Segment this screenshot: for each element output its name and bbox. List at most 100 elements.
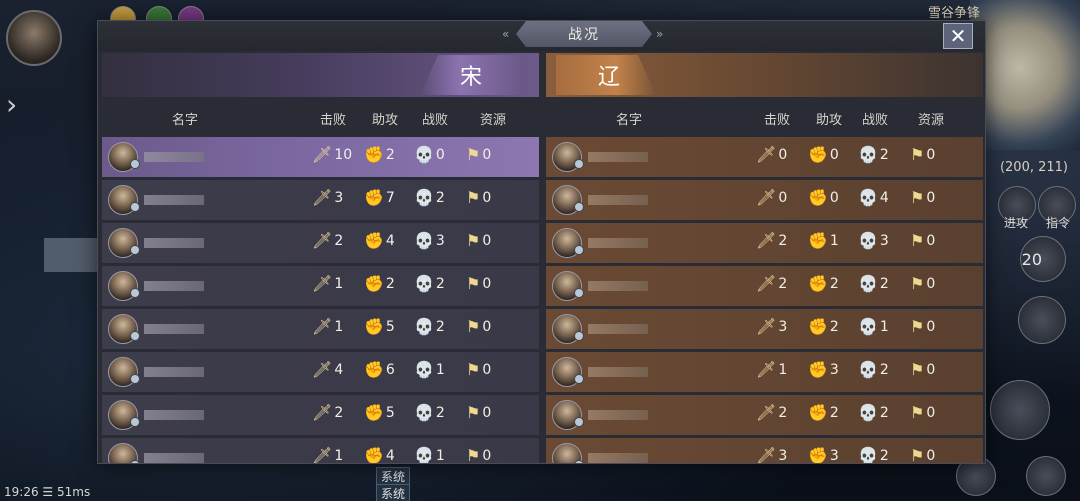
table-row[interactable]: 🗡 1 ✊ 4 💀 1 ⚑ 0 bbox=[102, 438, 539, 464]
sword-icon: 🗡 bbox=[756, 145, 777, 164]
stat-value: 0 bbox=[926, 147, 936, 163]
player-avatar[interactable] bbox=[6, 10, 62, 66]
stat-value: 0 bbox=[435, 147, 445, 163]
main-attack-button[interactable] bbox=[990, 380, 1050, 440]
system-chat-tag[interactable]: 系统 bbox=[376, 484, 411, 501]
stat-value: 0 bbox=[482, 190, 492, 206]
stat-assist: ✊ 6 bbox=[364, 360, 395, 379]
stat-assist: ✊ 1 bbox=[808, 233, 839, 250]
player-name-redacted bbox=[144, 410, 204, 420]
header-resource: 资源 bbox=[480, 112, 507, 128]
player-name-redacted bbox=[588, 410, 648, 420]
flag-icon: ⚑ bbox=[466, 188, 481, 207]
table-row[interactable]: 🗡 2 ✊ 2 💀 2 ⚑ 0 bbox=[546, 266, 983, 306]
stat-defeat: 🗡 2 bbox=[756, 276, 787, 293]
stat-defeat: 🗡 1 bbox=[756, 362, 787, 379]
header-defeat: 击败 bbox=[320, 112, 347, 128]
stat-value: 1 bbox=[435, 362, 445, 378]
header-name: 名字 bbox=[616, 112, 643, 128]
stat-value: 3 bbox=[778, 319, 788, 335]
stat-value: 0 bbox=[926, 405, 936, 421]
class-badge-icon bbox=[130, 417, 140, 427]
stat-value: 4 bbox=[385, 233, 395, 249]
table-header: 名字 击败 助攻 战败 资源 bbox=[102, 103, 539, 133]
stat-value: 5 bbox=[385, 319, 395, 335]
table-row[interactable]: 🗡 2 ✊ 4 💀 3 ⚑ 0 bbox=[102, 223, 539, 263]
table-row[interactable]: 🗡 0 ✊ 0 💀 4 ⚑ 0 bbox=[546, 180, 983, 220]
stat-value: 2 bbox=[435, 276, 445, 292]
stat-value: 1 bbox=[435, 448, 445, 464]
stat-assist: ✊ 5 bbox=[364, 405, 395, 422]
table-row[interactable]: 🗡 1 ✊ 5 💀 2 ⚑ 0 bbox=[102, 309, 539, 349]
map-title: 雪谷争锋 bbox=[927, 6, 980, 21]
table-row[interactable]: 🗡 2 ✊ 1 💀 3 ⚑ 0 bbox=[546, 223, 983, 263]
stat-resource: ⚑ 0 bbox=[466, 233, 491, 250]
table-row[interactable]: 🗡 4 ✊ 6 💀 1 ⚑ 0 bbox=[102, 352, 539, 392]
skill-button[interactable] bbox=[1026, 456, 1066, 496]
stat-value: 0 bbox=[482, 362, 492, 378]
player-name-redacted bbox=[144, 238, 204, 248]
table-row[interactable]: 🗡 3 ✊ 7 💀 2 ⚑ 0 bbox=[102, 180, 539, 220]
stat-assist: ✊ 4 bbox=[364, 233, 395, 250]
stat-value: 3 bbox=[334, 190, 344, 206]
skull-icon: 💀 bbox=[858, 317, 878, 336]
sword-icon: 🗡 bbox=[312, 403, 333, 422]
stat-defeat: 🗡 2 bbox=[756, 405, 787, 422]
skull-icon: 💀 bbox=[414, 274, 434, 293]
minimap[interactable] bbox=[970, 0, 1080, 150]
class-badge-icon bbox=[574, 202, 584, 212]
table-row[interactable]: 🗡 10 ✊ 2 💀 0 ⚑ 0 bbox=[102, 137, 539, 177]
class-badge-icon bbox=[574, 417, 584, 427]
stat-assist: ✊ 2 bbox=[808, 319, 839, 336]
stat-value: 0 bbox=[926, 276, 936, 292]
player-name-redacted bbox=[144, 324, 204, 334]
stat-value: 1 bbox=[334, 276, 344, 292]
table-row[interactable]: 🗡 3 ✊ 2 💀 1 ⚑ 0 bbox=[546, 309, 983, 349]
table-row[interactable]: 🗡 0 ✊ 0 💀 2 ⚑ 0 bbox=[546, 137, 983, 177]
player-name-redacted bbox=[588, 324, 648, 334]
stat-resource: ⚑ 0 bbox=[910, 448, 935, 464]
sword-icon: 🗡 bbox=[756, 231, 777, 250]
right-chevron-icon: » bbox=[656, 27, 664, 41]
close-button[interactable]: ✕ bbox=[943, 23, 973, 49]
stat-resource: ⚑ 0 bbox=[466, 274, 491, 293]
expand-arrow-icon[interactable]: › bbox=[6, 88, 17, 121]
stat-lose: 💀 3 bbox=[858, 233, 889, 250]
skull-icon: 💀 bbox=[414, 188, 434, 207]
stat-lose: 💀 1 bbox=[414, 448, 445, 464]
table-row[interactable]: 🗡 2 ✊ 5 💀 2 ⚑ 0 bbox=[102, 395, 539, 435]
header-name: 名字 bbox=[172, 112, 199, 128]
flag-icon: ⚑ bbox=[466, 274, 481, 293]
table-row[interactable]: 🗡 1 ✊ 3 💀 2 ⚑ 0 bbox=[546, 352, 983, 392]
stat-value: 5 bbox=[385, 405, 395, 421]
skull-icon: 💀 bbox=[858, 188, 878, 207]
stat-defeat: 🗡 2 bbox=[312, 233, 343, 250]
player-name-redacted bbox=[144, 281, 204, 291]
skill-button[interactable] bbox=[1018, 296, 1066, 344]
class-badge-icon bbox=[130, 374, 140, 384]
stat-value: 0 bbox=[482, 448, 492, 464]
class-badge-icon bbox=[130, 202, 140, 212]
command-label: 指令 bbox=[1045, 216, 1070, 230]
status-time: 19:26 bbox=[4, 485, 39, 499]
fist-icon: ✊ bbox=[808, 274, 828, 293]
fist-icon: ✊ bbox=[364, 360, 384, 379]
fist-icon: ✊ bbox=[808, 403, 828, 422]
stat-assist: ✊ 3 bbox=[808, 362, 839, 379]
stat-assist: ✊ 2 bbox=[808, 403, 839, 422]
stat-value: 2 bbox=[879, 405, 889, 421]
sword-icon: 🗡 bbox=[312, 188, 333, 207]
table-row[interactable]: 🗡 2 ✊ 2 💀 2 ⚑ 0 bbox=[546, 395, 983, 435]
table-row[interactable]: 🗡 3 ✊ 3 💀 2 ⚑ 0 bbox=[546, 438, 983, 464]
player-name-redacted bbox=[588, 367, 648, 377]
stat-value: 4 bbox=[879, 190, 889, 206]
stat-resource: ⚑ 0 bbox=[910, 360, 935, 379]
stat-lose: 💀 2 bbox=[858, 362, 889, 379]
sword-icon: 🗡 bbox=[312, 446, 333, 464]
skull-icon: 💀 bbox=[414, 403, 434, 422]
flag-icon: ⚑ bbox=[910, 360, 925, 379]
table-row[interactable]: 🗡 1 ✊ 2 💀 2 ⚑ 0 bbox=[102, 266, 539, 306]
side-widget[interactable] bbox=[44, 238, 100, 272]
fist-icon: ✊ bbox=[364, 145, 384, 164]
stat-value: 7 bbox=[385, 190, 395, 206]
